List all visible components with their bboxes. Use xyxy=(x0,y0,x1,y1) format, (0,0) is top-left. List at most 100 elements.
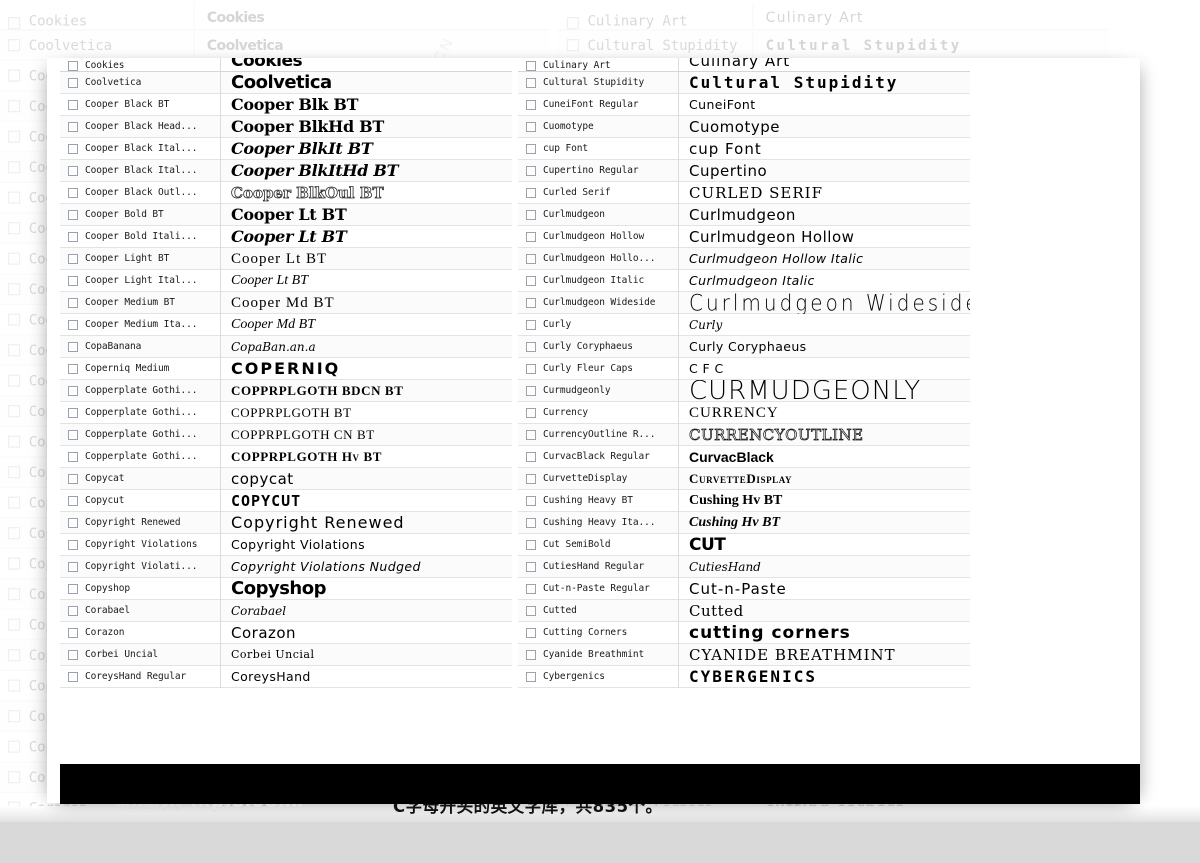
font-checkbox[interactable] xyxy=(68,275,78,286)
font-checkbox[interactable] xyxy=(526,473,536,484)
font-checkbox[interactable] xyxy=(526,539,536,550)
font-checkbox[interactable] xyxy=(68,187,78,198)
font-checkbox[interactable] xyxy=(68,473,78,484)
font-list-row[interactable]: Cookies Cookies xyxy=(60,58,512,72)
font-checkbox[interactable] xyxy=(8,649,21,662)
font-checkbox[interactable] xyxy=(526,209,536,220)
font-checkbox[interactable] xyxy=(8,17,21,30)
font-checkbox[interactable] xyxy=(526,429,536,440)
font-checkbox[interactable] xyxy=(8,618,21,631)
font-list-row[interactable]: Cybergenics CYBERGENICS xyxy=(518,665,970,688)
font-checkbox[interactable] xyxy=(526,407,536,418)
font-list-row[interactable]: Copycat copycat xyxy=(60,467,512,490)
font-list-row[interactable]: Cooper Bold Itali... Cooper Lt BT xyxy=(60,225,512,248)
font-checkbox[interactable] xyxy=(68,77,78,88)
font-list-row[interactable]: Corazon Corazon xyxy=(60,621,512,644)
font-checkbox[interactable] xyxy=(526,649,536,660)
font-list-row[interactable]: Cooper Black BT Cooper Blk BT xyxy=(60,93,512,116)
font-checkbox[interactable] xyxy=(68,253,78,264)
font-list-row[interactable]: Curmudgeonly CURMUDGEONLY xyxy=(518,379,970,402)
font-list-row[interactable]: Copperplate Gothi... COPPRPLGOTH CN BT xyxy=(60,423,512,446)
font-checkbox[interactable] xyxy=(8,496,21,509)
font-checkbox[interactable] xyxy=(68,561,78,572)
font-list-row[interactable]: Copycut COPYCUT xyxy=(60,489,512,512)
font-checkbox[interactable] xyxy=(68,209,78,220)
font-checkbox[interactable] xyxy=(68,165,78,176)
font-list-row[interactable]: Cutting Corners cutting corners xyxy=(518,621,970,644)
font-list-row[interactable]: Cyanide Breathmint CYANIDE BREATHMINT xyxy=(518,643,970,666)
font-checkbox[interactable] xyxy=(68,451,78,462)
font-list-row[interactable]: CopaBanana CopaBan.an.a xyxy=(60,335,512,358)
font-list-row[interactable]: Curlmudgeon Wideside Curlmudgeon Wideside xyxy=(518,291,970,314)
font-checkbox[interactable] xyxy=(8,69,21,82)
font-checkbox[interactable] xyxy=(68,671,78,682)
font-list-row[interactable]: Copyshop Copyshop xyxy=(60,577,512,600)
font-checkbox[interactable] xyxy=(68,61,78,71)
font-checkbox[interactable] xyxy=(8,161,21,174)
font-checkbox[interactable] xyxy=(68,121,78,132)
font-list-row[interactable]: Curled Serif CURLED SERIF xyxy=(518,181,970,204)
font-checkbox[interactable] xyxy=(526,583,536,594)
font-checkbox[interactable] xyxy=(526,77,536,88)
font-checkbox[interactable] xyxy=(8,435,21,448)
font-checkbox[interactable] xyxy=(68,605,78,616)
font-list-row[interactable]: Cutted Cutted xyxy=(518,599,970,622)
font-checkbox[interactable] xyxy=(526,99,536,110)
font-checkbox[interactable] xyxy=(68,99,78,110)
font-list-row[interactable]: Corbei Uncial Corbei Uncial xyxy=(60,643,512,666)
font-checkbox[interactable] xyxy=(8,191,21,204)
font-list-row[interactable]: Curly Curly xyxy=(518,313,970,336)
font-checkbox[interactable] xyxy=(526,495,536,506)
font-list-row[interactable]: Copperplate Gothi... COPPRPLGOTH BDCN BT xyxy=(60,379,512,402)
font-checkbox[interactable] xyxy=(8,588,21,601)
font-checkbox[interactable] xyxy=(526,385,536,396)
font-list-row[interactable]: CuneiFont Regular CuneiFont xyxy=(518,93,970,116)
font-checkbox[interactable] xyxy=(68,649,78,660)
font-list-row[interactable]: Cultural Stupidity Cultural Stupidity xyxy=(518,71,970,94)
font-list-row[interactable]: Curlmudgeon Curlmudgeon xyxy=(518,203,970,226)
font-checkbox[interactable] xyxy=(566,39,579,52)
font-checkbox[interactable] xyxy=(8,39,21,52)
font-checkbox[interactable] xyxy=(8,527,21,540)
font-list-row[interactable]: Cooper Light BT Cooper Lt BT xyxy=(60,247,512,270)
font-list-row[interactable]: Cooper Black Outl... Cooper BlkOul BT xyxy=(60,181,512,204)
font-checkbox[interactable] xyxy=(68,517,78,528)
font-list-row[interactable]: CurvetteDisplay CurvetteDisplay xyxy=(518,467,970,490)
font-checkbox[interactable] xyxy=(526,561,536,572)
font-list-row[interactable]: Copperplate Gothi... COPPRPLGOTH BT xyxy=(60,401,512,424)
font-checkbox[interactable] xyxy=(8,344,21,357)
font-checkbox[interactable] xyxy=(8,679,21,692)
font-list-row[interactable]: Cookies Cookies xyxy=(0,0,550,31)
font-list-row[interactable]: Copyright Violati... Copyright Violations… xyxy=(60,555,512,578)
font-checkbox[interactable] xyxy=(566,17,579,30)
font-checkbox[interactable] xyxy=(526,61,536,71)
font-checkbox[interactable] xyxy=(526,231,536,242)
font-checkbox[interactable] xyxy=(8,283,21,296)
font-checkbox[interactable] xyxy=(8,466,21,479)
font-checkbox[interactable] xyxy=(8,405,21,418)
font-list-row[interactable]: Cooper Medium BT Cooper Md BT xyxy=(60,291,512,314)
font-list-row[interactable]: Culinary Art Culinary Art xyxy=(557,0,1109,31)
font-checkbox[interactable] xyxy=(68,297,78,308)
font-list-row[interactable]: Cooper Black Ital... Cooper BlkItHd BT xyxy=(60,159,512,182)
font-checkbox[interactable] xyxy=(526,671,536,682)
font-checkbox[interactable] xyxy=(68,143,78,154)
font-checkbox[interactable] xyxy=(68,407,78,418)
font-checkbox[interactable] xyxy=(68,627,78,638)
font-checkbox[interactable] xyxy=(8,557,21,570)
font-checkbox[interactable] xyxy=(526,341,536,352)
font-checkbox[interactable] xyxy=(8,100,21,113)
font-checkbox[interactable] xyxy=(8,374,21,387)
font-list-row[interactable]: CurvacBlack Regular CurvacBlack xyxy=(518,445,970,468)
font-checkbox[interactable] xyxy=(8,740,21,753)
font-checkbox[interactable] xyxy=(68,319,78,330)
font-checkbox[interactable] xyxy=(526,517,536,528)
font-list-scroll-area[interactable]: Cookies Cookies Coolvetica Coolvetica Cooper… xyxy=(60,58,1140,688)
font-list-row[interactable]: Cushing Heavy BT Cushing Hv BT xyxy=(518,489,970,512)
font-checkbox[interactable] xyxy=(8,130,21,143)
font-checkbox[interactable] xyxy=(8,771,21,784)
font-list-row[interactable]: Currency CURRENCY xyxy=(518,401,970,424)
font-list-row[interactable]: CutiesHand Regular CutiesHand xyxy=(518,555,970,578)
font-list-row[interactable]: Copyright Violations Copyright Violations xyxy=(60,533,512,556)
font-checkbox[interactable] xyxy=(68,385,78,396)
